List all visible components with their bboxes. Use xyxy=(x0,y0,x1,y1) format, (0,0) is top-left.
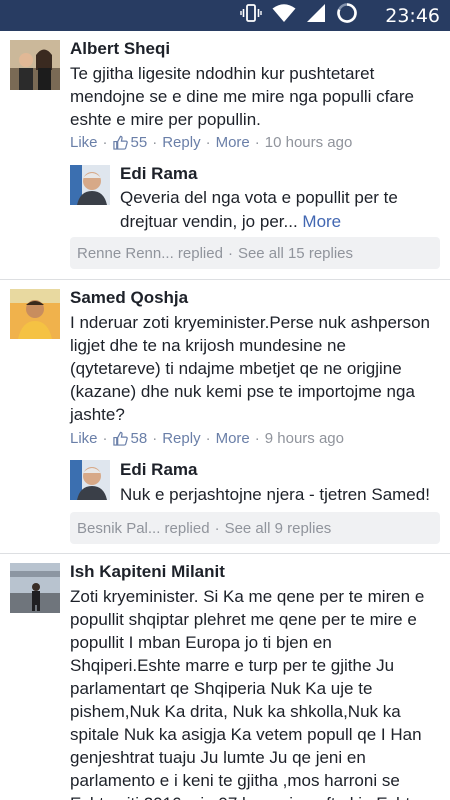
reply-text: Qeveria del nga vota e popullit per te d… xyxy=(120,186,430,234)
replied-by: Renne Renn... replied xyxy=(77,244,223,262)
comment-time: 10 hours ago xyxy=(264,134,353,151)
comment-text: Zoti kryeminister. Si Ka me qene per te … xyxy=(70,587,425,800)
separator: · xyxy=(254,430,260,447)
signal-icon xyxy=(306,3,326,28)
comment-author[interactable]: Ish Kapiteni Milanit xyxy=(70,562,225,582)
more-button[interactable]: More xyxy=(216,430,250,447)
separator: · xyxy=(227,244,233,262)
separator: · xyxy=(152,134,158,151)
reply-button[interactable]: Reply xyxy=(162,430,200,447)
like-count[interactable]: 55 xyxy=(112,134,148,151)
like-count-value: 55 xyxy=(130,134,148,151)
comment-feed[interactable]: Albert Sheqi Te gjitha ligesite ndodhin … xyxy=(0,31,450,800)
more-button[interactable]: More xyxy=(216,134,250,151)
comment-text: Te gjitha ligesite ndodhin kur pushtetar… xyxy=(70,64,414,129)
thumbs-up-icon xyxy=(112,135,128,150)
see-replies-bar[interactable]: Besnik Pal... replied · See all 9 replie… xyxy=(70,512,440,544)
reply-text-content: Qeveria del nga vota e popullit per te d… xyxy=(120,188,398,231)
separator: · xyxy=(152,430,158,447)
see-all-replies-link[interactable]: See all 15 replies xyxy=(238,245,353,262)
comment-item: Ish Kapiteni Milanit Zoti kryeminister. … xyxy=(0,554,450,800)
replied-by: Besnik Pal... replied xyxy=(77,519,210,537)
thumbs-up-icon xyxy=(112,431,128,446)
comment-text: I nderuar zoti kryeminister.Perse nuk as… xyxy=(70,313,431,424)
reply-author[interactable]: Edi Rama xyxy=(120,460,197,480)
separator: · xyxy=(102,134,108,151)
wifi-icon xyxy=(272,3,296,28)
comment-author[interactable]: Albert Sheqi xyxy=(70,39,170,59)
comment-author[interactable]: Samed Qoshja xyxy=(70,288,188,308)
separator: · xyxy=(102,430,108,447)
like-count-value: 58 xyxy=(130,430,148,447)
like-button[interactable]: Like xyxy=(70,430,98,447)
reply-item: Edi Rama Qeveria del nga vota e popullit… xyxy=(70,162,440,238)
avatar[interactable] xyxy=(10,40,60,90)
comment-actions: Like · 58 · Reply · More · 9 hours ago xyxy=(70,430,344,447)
comment-actions: Like · 55 · Reply · More · 10 hours ago xyxy=(70,134,352,151)
see-all-replies-link[interactable]: See all 9 replies xyxy=(225,520,332,537)
see-replies-bar[interactable]: Renne Renn... replied · See all 15 repli… xyxy=(70,237,440,269)
status-bar: 23:46 xyxy=(0,0,450,31)
like-button[interactable]: Like xyxy=(70,134,98,151)
vibrate-icon xyxy=(240,3,262,28)
reply-text: Nuk e perjashtojne njera - tjetren Samed… xyxy=(120,485,430,504)
reply-item: Edi Rama Nuk e perjashtojne njera - tjet… xyxy=(70,457,440,507)
separator: · xyxy=(205,134,211,151)
comment-item: Albert Sheqi Te gjitha ligesite ndodhin … xyxy=(0,31,450,280)
like-count[interactable]: 58 xyxy=(112,430,148,447)
separator: · xyxy=(254,134,260,151)
status-icons xyxy=(240,2,358,29)
avatar[interactable] xyxy=(10,289,60,339)
avatar[interactable] xyxy=(70,165,110,205)
reply-button[interactable]: Reply xyxy=(162,134,200,151)
separator: · xyxy=(205,430,211,447)
battery-loading-icon xyxy=(336,2,358,29)
comment-item: Samed Qoshja I nderuar zoti kryeminister… xyxy=(0,280,450,554)
reply-author[interactable]: Edi Rama xyxy=(120,164,197,184)
avatar[interactable] xyxy=(10,563,60,613)
status-time: 23:46 xyxy=(385,5,440,27)
comment-time: 9 hours ago xyxy=(264,430,344,447)
separator: · xyxy=(214,519,220,537)
avatar[interactable] xyxy=(70,460,110,500)
reply-more-link[interactable]: More xyxy=(302,212,341,231)
